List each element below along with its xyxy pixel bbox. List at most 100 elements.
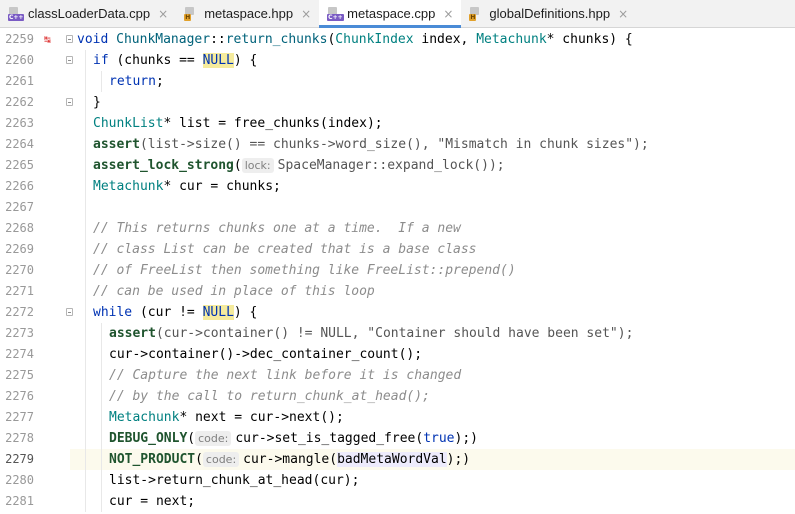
hpp-file-icon: H — [184, 6, 198, 21]
indent-guide — [101, 491, 102, 512]
line-number: 2273 — [5, 326, 34, 340]
code-text: // can be used in place of this loop — [93, 281, 375, 302]
code-line[interactable]: // of FreeList then something like FreeL… — [70, 260, 795, 281]
indent-guide — [101, 428, 102, 449]
code-token: if — [93, 53, 109, 68]
indent-guide — [85, 323, 86, 344]
code-token: cur->mangle( — [243, 452, 338, 467]
code-token: * cur = chunks; — [163, 179, 281, 194]
tab-metaspace-cpp[interactable]: C++ metaspace.cpp × — [319, 0, 462, 28]
code-text: // Capture the next link before it is ch… — [109, 365, 461, 386]
code-token: ChunkList — [93, 116, 164, 131]
gutter-line: 2265 — [0, 155, 70, 176]
code-editor[interactable]: void ChunkManager::return_chunks(ChunkIn… — [70, 28, 795, 514]
tab-classloaderdata-cpp[interactable]: C++ classLoaderData.cpp × — [0, 0, 176, 27]
code-text: } — [93, 92, 101, 113]
line-number: 2269 — [5, 242, 34, 256]
line-number: 2262 — [5, 95, 34, 109]
code-line[interactable]: void ChunkManager::return_chunks(ChunkIn… — [70, 29, 795, 50]
code-line[interactable]: cur = next; — [70, 491, 795, 512]
close-icon[interactable]: × — [301, 7, 311, 21]
code-line[interactable]: while (cur != NULL) { — [70, 302, 795, 323]
line-number: 2272 — [5, 305, 34, 319]
gutter-line: 2262 — [0, 92, 73, 113]
gutter-line: 2280 — [0, 470, 70, 491]
code-token: true — [423, 431, 455, 446]
code-line[interactable]: ChunkList* list = free_chunks(index); — [70, 113, 795, 134]
code-token: ChunkIndex — [335, 32, 414, 47]
indent-guide — [85, 155, 86, 176]
code-token: assert — [109, 326, 156, 341]
code-line[interactable]: if (chunks == NULL) { — [70, 50, 795, 71]
code-token: void — [77, 32, 117, 47]
code-line[interactable]: NOT_PRODUCT(code: cur->mangle(badMetaWord… — [70, 449, 795, 470]
code-line[interactable]: return; — [70, 71, 795, 92]
code-token: ChunkManager — [116, 32, 211, 47]
line-number: 2266 — [5, 179, 34, 193]
cpp-file-icon: C++ — [8, 6, 25, 21]
indent-guide — [85, 134, 86, 155]
code-token: while — [93, 305, 133, 320]
line-number: 2268 — [5, 221, 34, 235]
code-token: list->return_chunk_at_head(cur); — [109, 473, 360, 488]
indent-guide — [85, 176, 86, 197]
code-line[interactable]: Metachunk* next = cur->next(); — [70, 407, 795, 428]
close-icon[interactable]: × — [618, 7, 628, 21]
indent-guide — [85, 407, 86, 428]
code-line[interactable]: // Capture the next link before it is ch… — [70, 365, 795, 386]
indent-guide — [85, 260, 86, 281]
code-token: SpaceManager::expand_lock()); — [277, 158, 505, 173]
code-line[interactable]: // can be used in place of this loop — [70, 281, 795, 302]
override-marker-icon[interactable]: ↹ — [44, 29, 51, 50]
indent-guide — [85, 113, 86, 134]
code-line[interactable]: // This returns chunks one at a time. If… — [70, 218, 795, 239]
code-token: );) — [454, 431, 478, 446]
indent-guide — [101, 323, 102, 344]
code-line[interactable]: assert(list->size() == chunks->word_size… — [70, 134, 795, 155]
code-text: // class List can be created that is a b… — [93, 239, 477, 260]
indent-guide — [85, 491, 86, 512]
line-number: 2271 — [5, 284, 34, 298]
indent-guide — [85, 92, 86, 113]
close-icon[interactable]: × — [443, 7, 453, 21]
code-line[interactable]: cur->container()->dec_container_count(); — [70, 344, 795, 365]
indent-guide — [101, 470, 102, 491]
code-line[interactable]: // class List can be created that is a b… — [70, 239, 795, 260]
line-number: 2263 — [5, 116, 34, 130]
code-token: ) { — [233, 305, 258, 320]
code-token: (chunks == — [108, 53, 203, 68]
code-token: // Capture the next link before it is ch… — [109, 368, 462, 383]
gutter-line: 2260 — [0, 50, 73, 71]
code-token: Metachunk — [93, 179, 164, 194]
code-text: cur->container()->dec_container_count(); — [109, 344, 422, 365]
code-line[interactable]: Metachunk* cur = chunks; — [70, 176, 795, 197]
line-number: 2280 — [5, 473, 34, 487]
code-token: assert — [93, 137, 140, 152]
indent-guide — [85, 218, 86, 239]
tab-globaldefinitions-hpp[interactable]: HglobalDefinitions.hpp × — [461, 0, 636, 27]
indent-guide — [101, 386, 102, 407]
code-token: cur->container()->dec_container_count(); — [109, 347, 423, 362]
code-line[interactable]: // by the call to return_chunk_at_head()… — [70, 386, 795, 407]
code-line[interactable]: DEBUG_ONLY(code: cur->set_is_tagged_free(… — [70, 428, 795, 449]
code-line[interactable]: assert(cur->container() != NULL, "Contai… — [70, 323, 795, 344]
gutter-line: 2263 — [0, 113, 70, 134]
indent-guide — [85, 365, 86, 386]
code-line[interactable]: } — [70, 92, 795, 113]
gutter-line: 2269 — [0, 239, 70, 260]
line-number: 2261 — [5, 74, 34, 88]
gutter-line: 2275 — [0, 365, 70, 386]
code-token: :: — [210, 32, 226, 47]
code-token: ( — [233, 158, 242, 173]
gutter-line: 2274 — [0, 344, 70, 365]
code-token: (cur->container() != NULL, "Container sh… — [155, 326, 634, 341]
close-icon[interactable]: × — [158, 7, 168, 21]
code-token: cur->set_is_tagged_free( — [235, 431, 424, 446]
code-line[interactable] — [70, 197, 795, 218]
code-line[interactable]: assert_lock_strong(lock: SpaceManager::ex… — [70, 155, 795, 176]
tab-metaspace-hpp[interactable]: Hmetaspace.hpp × — [176, 0, 319, 27]
code-token: NULL — [202, 305, 234, 320]
tab-label: globalDefinitions.hpp — [489, 6, 611, 21]
code-line[interactable]: list->return_chunk_at_head(cur); — [70, 470, 795, 491]
hpp-file-icon: H — [469, 6, 483, 21]
